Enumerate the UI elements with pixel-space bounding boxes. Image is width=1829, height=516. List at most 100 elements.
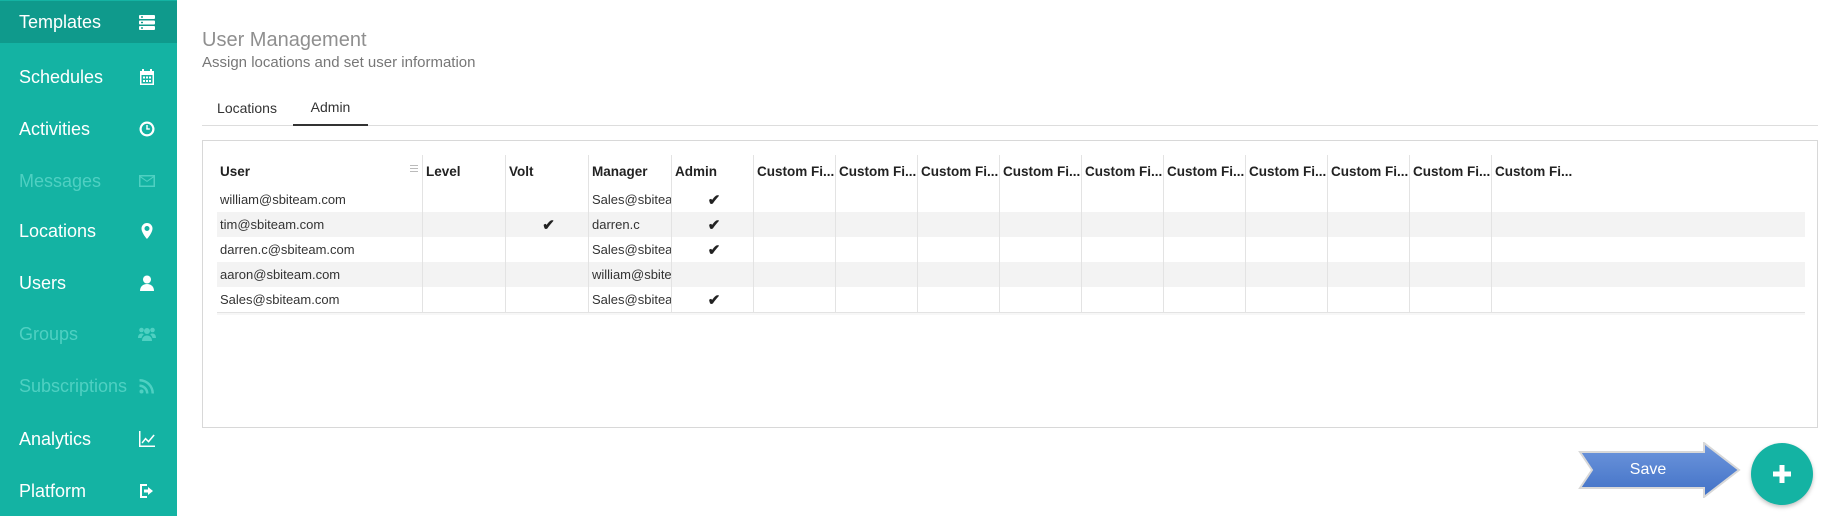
cell-custom-field[interactable] — [918, 237, 1000, 262]
cell-custom-field[interactable] — [1410, 287, 1492, 312]
cell-admin[interactable]: ✔ — [672, 237, 754, 262]
cell-custom-field[interactable] — [1492, 287, 1574, 312]
cell-custom-field[interactable] — [754, 237, 836, 262]
cell-user[interactable]: tim@sbiteam.com — [217, 212, 423, 237]
cell-volt[interactable]: ✔ — [506, 212, 589, 237]
cell-custom-field[interactable] — [1082, 287, 1164, 312]
cell-user[interactable]: Sales@sbiteam.com — [217, 287, 423, 312]
sidebar-item-locations[interactable]: Locations — [0, 206, 177, 256]
cell-manager[interactable]: Sales@sbiteam — [589, 187, 672, 212]
tab-admin[interactable]: Admin — [293, 90, 368, 126]
cell-admin[interactable]: ✔ — [672, 212, 754, 237]
cell-custom-field[interactable] — [836, 237, 918, 262]
column-header[interactable]: Custom Fi... — [1410, 155, 1492, 187]
cell-custom-field[interactable] — [1328, 187, 1410, 212]
cell-custom-field[interactable] — [1164, 237, 1246, 262]
cell-custom-field[interactable] — [836, 287, 918, 312]
cell-admin[interactable]: ✔ — [672, 287, 754, 312]
sidebar-item-analytics[interactable]: Analytics — [0, 414, 177, 464]
cell-admin[interactable]: ✔ — [672, 187, 754, 212]
cell-custom-field[interactable] — [1492, 187, 1574, 212]
tab-locations[interactable]: Locations — [202, 90, 292, 126]
cell-custom-field[interactable] — [1164, 262, 1246, 287]
cell-custom-field[interactable] — [1410, 187, 1492, 212]
table-row[interactable]: aaron@sbiteam.com william@sbitea — [217, 262, 1805, 287]
cell-user[interactable]: william@sbiteam.com — [217, 187, 423, 212]
cell-custom-field[interactable] — [1082, 187, 1164, 212]
table-row[interactable]: Sales@sbiteam.com Sales@sbiteam ✔ — [217, 287, 1805, 312]
cell-custom-field[interactable] — [918, 262, 1000, 287]
cell-manager[interactable]: Sales@sbiteam — [589, 237, 672, 262]
column-header[interactable]: User — [217, 155, 423, 187]
table-row[interactable]: darren.c@sbiteam.com Sales@sbiteam ✔ — [217, 237, 1805, 262]
cell-volt[interactable] — [506, 287, 589, 312]
cell-custom-field[interactable] — [1246, 262, 1328, 287]
cell-custom-field[interactable] — [1082, 262, 1164, 287]
cell-custom-field[interactable] — [918, 287, 1000, 312]
cell-custom-field[interactable] — [918, 187, 1000, 212]
cell-level[interactable] — [423, 212, 506, 237]
cell-custom-field[interactable] — [836, 212, 918, 237]
save-button[interactable]: Save — [1578, 442, 1718, 498]
cell-custom-field[interactable] — [1492, 262, 1574, 287]
cell-custom-field[interactable] — [1164, 287, 1246, 312]
cell-volt[interactable] — [506, 262, 589, 287]
column-header[interactable]: Custom Fi... — [1082, 155, 1164, 187]
cell-manager[interactable]: william@sbitea — [589, 262, 672, 287]
sidebar-item-activities[interactable]: Activities — [0, 104, 177, 154]
column-header[interactable]: Manager — [589, 155, 672, 187]
cell-level[interactable] — [423, 187, 506, 212]
cell-custom-field[interactable] — [1246, 287, 1328, 312]
column-header[interactable]: Custom Fi... — [836, 155, 918, 187]
cell-volt[interactable] — [506, 237, 589, 262]
column-header[interactable]: Custom Fi... — [1246, 155, 1328, 187]
cell-custom-field[interactable] — [1246, 237, 1328, 262]
cell-custom-field[interactable] — [1492, 237, 1574, 262]
cell-manager[interactable]: Sales@sbiteam — [589, 287, 672, 312]
column-header[interactable]: Volt — [506, 155, 589, 187]
grid-horizontal-scrollbar[interactable] — [217, 312, 1805, 315]
cell-custom-field[interactable] — [1410, 212, 1492, 237]
cell-custom-field[interactable] — [1082, 237, 1164, 262]
cell-volt[interactable] — [506, 187, 589, 212]
sidebar-item-schedules[interactable]: Schedules — [0, 52, 177, 102]
column-header[interactable]: Custom Fi... — [1000, 155, 1082, 187]
column-header[interactable]: Custom Fi... — [1164, 155, 1246, 187]
cell-custom-field[interactable] — [754, 287, 836, 312]
cell-custom-field[interactable] — [1000, 237, 1082, 262]
cell-custom-field[interactable] — [1328, 262, 1410, 287]
cell-user[interactable]: aaron@sbiteam.com — [217, 262, 423, 287]
cell-level[interactable] — [423, 262, 506, 287]
column-header[interactable]: Custom Fi... — [754, 155, 836, 187]
cell-custom-field[interactable] — [836, 187, 918, 212]
column-header[interactable]: Custom Fi... — [1328, 155, 1410, 187]
cell-manager[interactable]: darren.c — [589, 212, 672, 237]
cell-custom-field[interactable] — [1410, 237, 1492, 262]
cell-custom-field[interactable] — [836, 262, 918, 287]
cell-custom-field[interactable] — [918, 212, 1000, 237]
cell-custom-field[interactable] — [1328, 287, 1410, 312]
cell-custom-field[interactable] — [1164, 187, 1246, 212]
cell-user[interactable]: darren.c@sbiteam.com — [217, 237, 423, 262]
cell-custom-field[interactable] — [1000, 262, 1082, 287]
add-button[interactable] — [1751, 443, 1813, 505]
column-header[interactable]: Level — [423, 155, 506, 187]
cell-custom-field[interactable] — [1246, 187, 1328, 212]
table-row[interactable]: william@sbiteam.com Sales@sbiteam ✔ — [217, 187, 1805, 212]
cell-custom-field[interactable] — [1492, 212, 1574, 237]
sidebar-item-users[interactable]: Users — [0, 258, 177, 308]
column-header[interactable]: Custom Fi... — [1492, 155, 1574, 187]
cell-custom-field[interactable] — [1000, 187, 1082, 212]
cell-level[interactable] — [423, 287, 506, 312]
cell-custom-field[interactable] — [754, 262, 836, 287]
sidebar-item-templates[interactable]: Templates — [0, 1, 177, 43]
cell-custom-field[interactable] — [1164, 212, 1246, 237]
cell-custom-field[interactable] — [1410, 262, 1492, 287]
cell-custom-field[interactable] — [1082, 212, 1164, 237]
cell-custom-field[interactable] — [754, 212, 836, 237]
sidebar-item-platform[interactable]: Platform — [0, 466, 177, 516]
cell-custom-field[interactable] — [754, 187, 836, 212]
cell-custom-field[interactable] — [1000, 212, 1082, 237]
cell-custom-field[interactable] — [1000, 287, 1082, 312]
cell-custom-field[interactable] — [1328, 212, 1410, 237]
